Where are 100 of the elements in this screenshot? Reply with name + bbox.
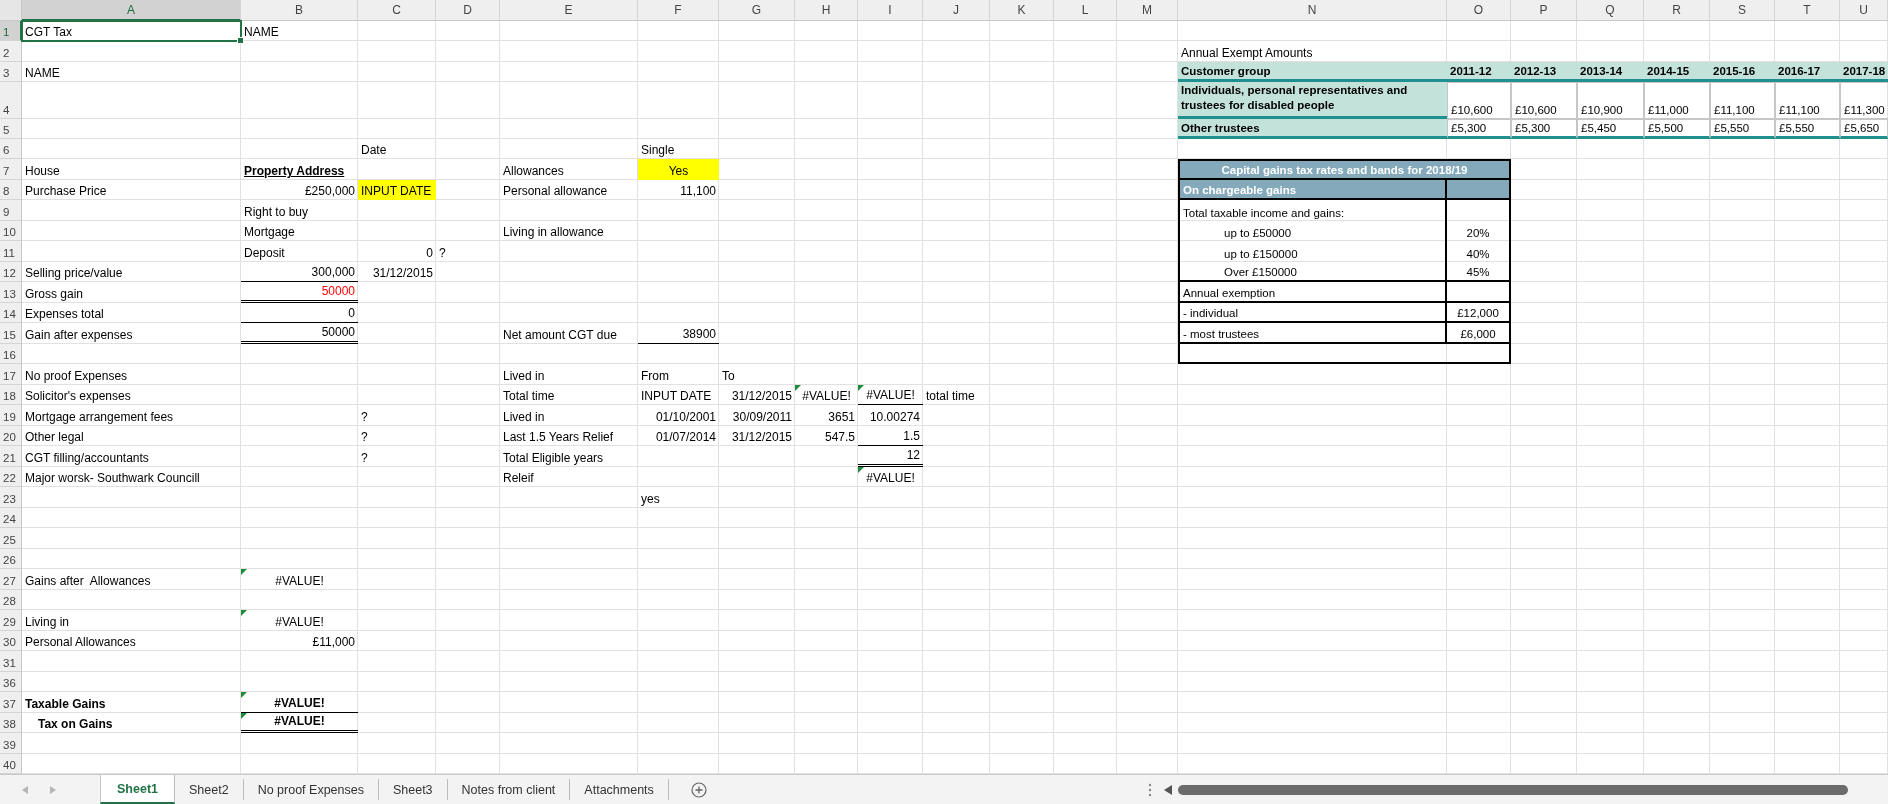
row-header[interactable]: 2	[0, 41, 22, 62]
row-header[interactable]: 37	[0, 692, 22, 713]
spreadsheet-cell[interactable]: #VALUE!	[241, 712, 358, 734]
row-header[interactable]: 13	[0, 282, 22, 303]
column-header[interactable]: Q	[1577, 0, 1644, 21]
spreadsheet-cell[interactable]: £11,300	[1840, 82, 1888, 119]
column-header[interactable]: C	[358, 0, 436, 21]
row-header[interactable]: 4	[0, 82, 22, 119]
row-header[interactable]: 14	[0, 302, 22, 324]
row-header[interactable]: 25	[0, 528, 22, 549]
column-header[interactable]: U	[1840, 0, 1888, 21]
spreadsheet-cell[interactable]: 20%	[1447, 220, 1511, 242]
column-header[interactable]: F	[638, 0, 719, 21]
spreadsheet-cell[interactable]: #VALUE!	[795, 384, 858, 406]
spreadsheet-cell[interactable]: 3651	[795, 405, 858, 426]
sheet-tab[interactable]: Sheet3	[378, 779, 448, 800]
spreadsheet-cell[interactable]: Total time	[500, 384, 638, 406]
row-header[interactable]: 30	[0, 630, 22, 652]
row-header[interactable]: 7	[0, 159, 22, 180]
row-header[interactable]: 1	[0, 21, 22, 42]
column-header[interactable]: D	[436, 0, 500, 21]
spreadsheet-cell[interactable]: 2014-15	[1644, 61, 1710, 83]
row-header[interactable]: 27	[0, 569, 22, 590]
spreadsheet-cell[interactable]: NAME	[241, 21, 358, 42]
spreadsheet-cell[interactable]: 11,100	[638, 179, 719, 201]
spreadsheet-cell[interactable]: 2015-16	[1710, 61, 1775, 83]
spreadsheet-cell[interactable]: £5,300	[1447, 118, 1511, 139]
spreadsheet-cell[interactable]: Tax on Gains	[22, 712, 241, 734]
spreadsheet-cell[interactable]: 45%	[1447, 261, 1511, 283]
row-header[interactable]: 15	[0, 323, 22, 344]
row-header[interactable]: 9	[0, 200, 22, 221]
spreadsheet-cell[interactable]: 01/10/2001	[638, 405, 719, 426]
spreadsheet-cell[interactable]: No proof Expenses	[22, 364, 241, 385]
row-header[interactable]: 19	[0, 405, 22, 426]
column-header[interactable]: B	[241, 0, 358, 21]
row-header[interactable]: 20	[0, 425, 22, 447]
row-header[interactable]: 16	[0, 343, 22, 365]
row-header[interactable]: 12	[0, 261, 22, 283]
sheet-tab[interactable]: No proof Expenses	[243, 779, 379, 800]
spreadsheet-cell[interactable]: INPUT DATE	[638, 384, 719, 406]
spreadsheet-cell[interactable]: Deposit	[241, 241, 358, 262]
spreadsheet-cell[interactable]: Last 1.5 Years Relief	[500, 425, 638, 447]
spreadsheet-cell[interactable]: ?	[436, 241, 500, 262]
spreadsheet-cell[interactable]: CGT filling/accountants	[22, 446, 241, 467]
spreadsheet-cell[interactable]: 300,000	[241, 261, 358, 283]
spreadsheet-cell[interactable]: Total Eligible years	[500, 446, 638, 467]
row-header[interactable]: 22	[0, 466, 22, 488]
row-header[interactable]: 18	[0, 384, 22, 406]
row-header[interactable]: 8	[0, 179, 22, 201]
add-sheet-icon[interactable]	[690, 781, 707, 798]
spreadsheet-cell[interactable]: 2012-13	[1511, 61, 1577, 83]
spreadsheet-cell[interactable]: £5,650	[1840, 118, 1888, 139]
spreadsheet-cell[interactable]: 0	[241, 302, 358, 324]
spreadsheet-cell[interactable]: £11,100	[1710, 82, 1775, 119]
spreadsheet-cell[interactable]: 38900	[638, 323, 719, 344]
spreadsheet-cell[interactable]: £5,450	[1577, 118, 1644, 139]
spreadsheet-cell[interactable]: Selling price/value	[22, 261, 241, 283]
spreadsheet-cell[interactable]: yes	[638, 487, 719, 508]
spreadsheet-cell[interactable]: Taxable Gains	[22, 692, 241, 713]
spreadsheet-cell[interactable]: up to £50000	[1178, 220, 1447, 242]
column-header[interactable]: G	[719, 0, 795, 21]
spreadsheet-cell[interactable]: 2011-12	[1447, 61, 1511, 83]
row-header[interactable]: 39	[0, 733, 22, 754]
column-header[interactable]: A	[22, 0, 241, 21]
horizontal-scrollbar[interactable]	[1178, 784, 1848, 795]
spreadsheet-cell[interactable]: 31/12/2015	[719, 425, 795, 447]
spreadsheet-cell[interactable]: - most trustees	[1178, 323, 1447, 344]
spreadsheet-cell[interactable]: INPUT DATE	[358, 179, 436, 201]
more-icon[interactable]	[1148, 782, 1152, 797]
spreadsheet-cell[interactable]: 01/07/2014	[638, 425, 719, 447]
spreadsheet-cell[interactable]: Gains after Allowances	[22, 569, 241, 590]
spreadsheet-cell[interactable]: Other trustees	[1178, 118, 1447, 139]
spreadsheet-cell[interactable]: 1.5	[858, 425, 923, 447]
spreadsheet-cell[interactable]: £250,000	[241, 179, 358, 201]
spreadsheet-cell[interactable]: From	[638, 364, 719, 385]
spreadsheet-cell[interactable]: Expenses total	[22, 302, 241, 324]
spreadsheet-cell[interactable]: 31/12/2015	[719, 384, 795, 406]
spreadsheet-cell[interactable]: NAME	[22, 61, 241, 83]
spreadsheet-cell[interactable]: House	[22, 159, 241, 180]
column-header[interactable]: S	[1710, 0, 1775, 21]
spreadsheet-cell[interactable]: 40%	[1447, 241, 1511, 262]
spreadsheet-cell[interactable]: Lived in	[500, 405, 638, 426]
spreadsheet-cell[interactable]: 50000	[241, 323, 358, 344]
row-header[interactable]: 26	[0, 548, 22, 570]
spreadsheet-cell[interactable]: 10.00274	[858, 405, 923, 426]
spreadsheet-cell[interactable]: £11,000	[241, 630, 358, 652]
column-header[interactable]: L	[1054, 0, 1117, 21]
column-header[interactable]: I	[858, 0, 923, 21]
spreadsheet-cell[interactable]: £11,000	[1644, 82, 1710, 119]
spreadsheet-cell[interactable]: Lived in	[500, 364, 638, 385]
spreadsheet-cell[interactable]: Personal Allowances	[22, 630, 241, 652]
spreadsheet-cell[interactable]: #VALUE!	[241, 692, 358, 713]
spreadsheet-cell[interactable]: Releif	[500, 466, 638, 488]
spreadsheet-cell[interactable]: Gross gain	[22, 282, 241, 303]
spreadsheet-cell[interactable]: £10,600	[1511, 82, 1577, 119]
row-header[interactable]: 3	[0, 61, 22, 83]
spreadsheet-cell[interactable]: £5,550	[1710, 118, 1775, 139]
column-header[interactable]: M	[1117, 0, 1178, 21]
spreadsheet-cell[interactable]: Over £150000	[1178, 261, 1447, 283]
spreadsheet-cell[interactable]	[1447, 282, 1511, 303]
